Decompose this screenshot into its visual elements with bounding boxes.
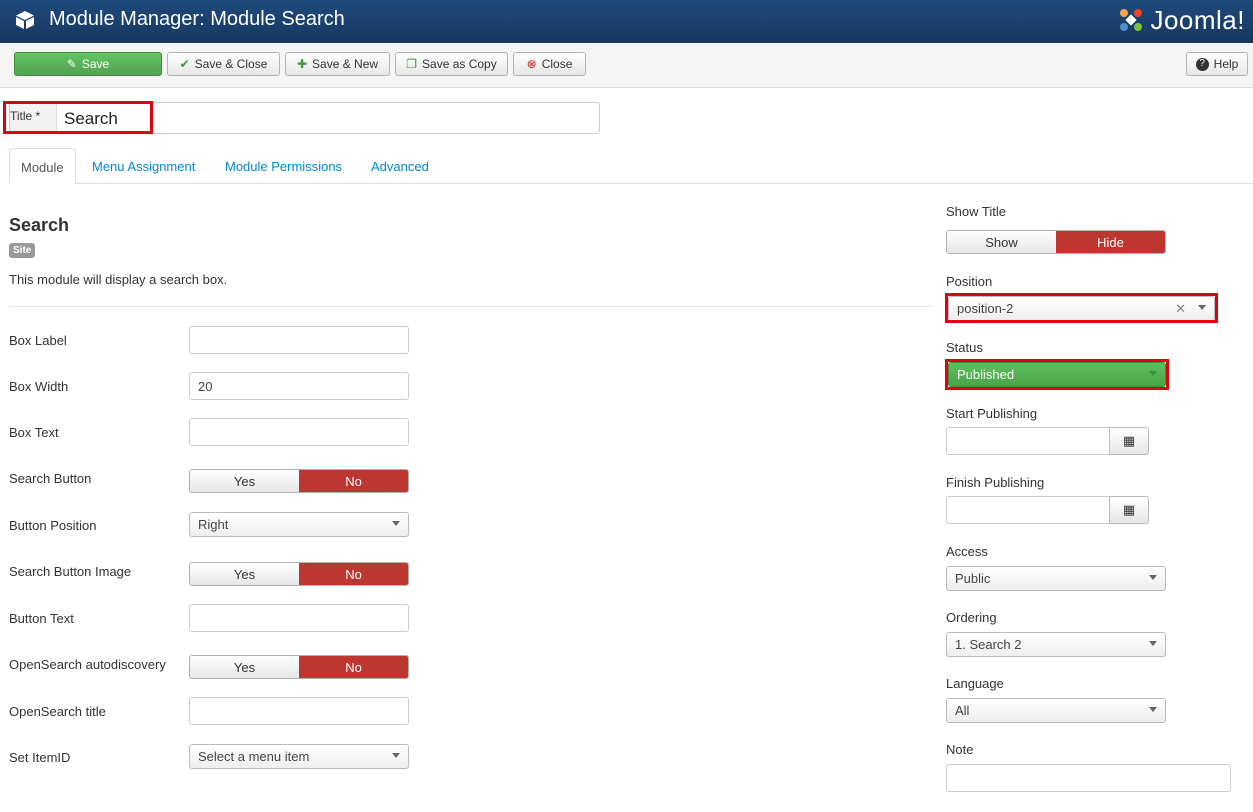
search-button-yes[interactable]: Yes <box>190 470 299 492</box>
module-name: Search <box>9 215 70 235</box>
calendar-icon: ▦ <box>1122 433 1136 448</box>
chevron-down-icon <box>1149 641 1157 646</box>
tab-advanced[interactable]: Advanced <box>371 148 429 184</box>
chevron-down-icon <box>1198 305 1206 310</box>
app-header: Module Manager: Module Search Joomla! <box>0 0 1253 43</box>
button-text-input[interactable] <box>189 604 409 632</box>
help-button[interactable]: ? Help <box>1186 52 1248 76</box>
search-button-image-no[interactable]: No <box>299 563 408 585</box>
opensearch-autodiscovery-label: OpenSearch autodiscovery <box>9 657 166 672</box>
logo-text: Joomla! <box>1150 4 1245 35</box>
opensearch-autodiscovery-yes[interactable]: Yes <box>190 656 299 678</box>
joomla-logo-icon <box>1120 9 1143 31</box>
plus-icon: ✚ <box>296 57 308 71</box>
box-label-input[interactable] <box>189 326 409 354</box>
language-label: Language <box>946 676 1004 691</box>
divider <box>9 306 931 307</box>
button-position-value: Right <box>198 517 229 532</box>
page-title: Module Manager: Module Search <box>49 8 345 30</box>
finish-publishing-input[interactable] <box>946 496 1110 524</box>
access-select[interactable]: Public <box>946 566 1166 591</box>
toolbar: ✎ Save ✔ Save & Close ✚ Save & New ❐ Sav… <box>0 43 1253 88</box>
opensearch-autodiscovery-no[interactable]: No <box>299 656 408 678</box>
start-publishing-label: Start Publishing <box>946 406 1038 421</box>
tab-module-permissions[interactable]: Module Permissions <box>225 148 342 184</box>
set-itemid-select[interactable]: Select a menu item <box>189 744 409 769</box>
search-button-image-yes[interactable]: Yes <box>190 563 299 585</box>
show-title-toggle: Show Hide <box>946 230 1166 254</box>
language-select[interactable]: All <box>946 698 1166 723</box>
position-select[interactable]: position-2 ✕ <box>948 296 1215 321</box>
chevron-down-icon <box>392 521 400 526</box>
save-close-button[interactable]: ✔ Save & Close <box>167 52 280 76</box>
box-text-input[interactable] <box>189 418 409 446</box>
clear-icon[interactable]: ✕ <box>1175 301 1186 317</box>
save-as-copy-button[interactable]: ❐ Save as Copy <box>395 52 508 76</box>
tab-menu-assignment[interactable]: Menu Assignment <box>92 148 195 184</box>
position-label: Position <box>946 274 993 289</box>
chevron-down-icon <box>1149 371 1157 376</box>
opensearch-title-input[interactable] <box>189 697 409 725</box>
search-button-no[interactable]: No <box>299 470 408 492</box>
box-text-label: Box Text <box>9 425 59 440</box>
checkmark-icon: ✔ <box>179 57 190 71</box>
search-button-image-toggle: Yes No <box>189 562 409 586</box>
status-label: Status <box>946 340 983 355</box>
box-width-input[interactable]: 20 <box>189 372 409 400</box>
chevron-down-icon <box>1149 575 1157 580</box>
calendar-button[interactable]: ▦ <box>1109 427 1149 455</box>
edit-icon: ✎ <box>66 57 77 71</box>
calendar-button[interactable]: ▦ <box>1109 496 1149 524</box>
tab-module[interactable]: Module <box>9 148 76 184</box>
title-input[interactable]: Search <box>64 109 118 129</box>
set-itemid-label: Set ItemID <box>9 750 71 765</box>
close-button[interactable]: ⊗ Close <box>513 52 586 76</box>
language-value: All <box>955 703 970 718</box>
status-value: Published <box>957 367 1015 382</box>
show-title-hide[interactable]: Hide <box>1056 231 1165 253</box>
ordering-label: Ordering <box>946 610 997 625</box>
opensearch-autodiscovery-toggle: Yes No <box>189 655 409 679</box>
set-itemid-value: Select a menu item <box>198 749 310 764</box>
copy-icon: ❐ <box>406 57 418 71</box>
button-position-label: Button Position <box>9 518 97 533</box>
ordering-value: 1. Search 2 <box>955 637 1022 652</box>
chevron-down-icon <box>1149 707 1157 712</box>
button-text-label: Button Text <box>9 611 74 626</box>
save-button[interactable]: ✎ Save <box>14 52 162 76</box>
ordering-select[interactable]: 1. Search 2 <box>946 632 1166 657</box>
search-button-toggle: Yes No <box>189 469 409 493</box>
show-title-show[interactable]: Show <box>947 231 1056 253</box>
opensearch-title-label: OpenSearch title <box>9 704 106 719</box>
joomla-logo[interactable]: Joomla! <box>1116 2 1245 38</box>
site-badge: Site <box>9 243 36 258</box>
finish-publishing-label: Finish Publishing <box>946 475 1045 490</box>
box-label-label: Box Label <box>9 333 67 348</box>
save-new-button[interactable]: ✚ Save & New <box>285 52 390 76</box>
close-circle-icon: ⊗ <box>526 57 537 71</box>
search-button-label: Search Button <box>9 471 92 486</box>
access-label: Access <box>946 544 988 559</box>
tab-bar: Module Menu Assignment Module Permission… <box>9 148 1253 184</box>
start-publishing-input[interactable] <box>946 427 1110 455</box>
title-field[interactable]: Title * Search <box>9 102 600 134</box>
chevron-down-icon <box>392 753 400 758</box>
note-input[interactable] <box>946 764 1231 792</box>
box-width-label: Box Width <box>9 379 69 394</box>
calendar-icon: ▦ <box>1122 502 1136 517</box>
module-description: This module will display a search box. <box>9 272 228 287</box>
title-label: Title * <box>10 103 57 133</box>
access-value: Public <box>955 571 991 586</box>
status-select[interactable]: Published <box>948 362 1166 387</box>
note-label: Note <box>946 742 974 757</box>
show-title-label: Show Title <box>946 204 1006 219</box>
question-circle-icon: ? <box>1195 57 1209 71</box>
position-value: position-2 <box>957 301 1014 316</box>
button-position-select[interactable]: Right <box>189 512 409 537</box>
cube-icon <box>16 11 34 29</box>
search-button-image-label: Search Button Image <box>9 564 132 579</box>
